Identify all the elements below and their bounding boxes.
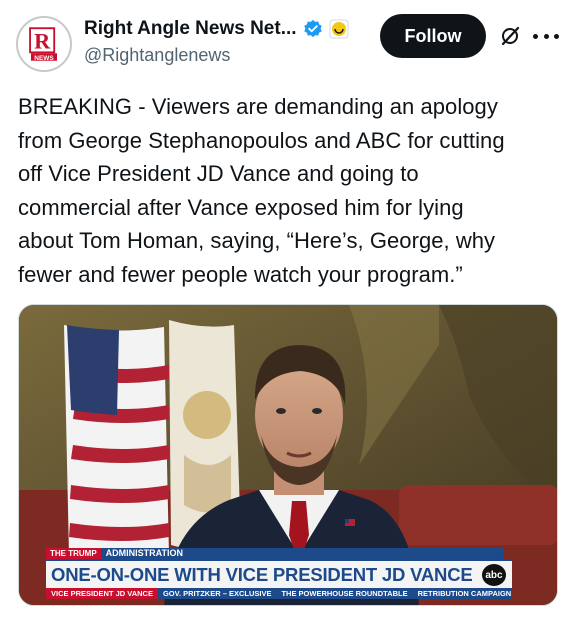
verified-badge-icon[interactable] [303,19,323,39]
more-dot-icon [554,33,559,39]
lower-third-headline-bar: ONE-ON-ONE WITH VICE PRESIDENT JD VANCE … [46,559,512,588]
affiliate-badge-icon[interactable] [329,19,349,39]
ticker-item: RETRIBUTION CAMPAIGN [417,589,512,598]
more-icon[interactable] [533,23,559,49]
more-dot-icon [543,33,549,39]
ticker-item: GOV. PRITZKER – EXCLUSIVE [162,589,272,598]
lower-third-ticker: VICE PRESIDENT JD VANCE GOV. PRITZKER – … [46,588,512,599]
author-avatar[interactable]: R NEWS [16,16,72,72]
ticker-item: THE POWERHOUSE ROUNDTABLE [281,589,408,598]
author-handle[interactable]: @Rightanglenews [84,45,230,66]
ticker-item: VICE PRESIDENT JD VANCE [46,588,158,599]
news-lower-third: THE TRUMP ADMINISTRATION ONE-ON-ONE WITH… [46,548,512,600]
tweet-text: BREAKING - Viewers are demanding an apol… [18,94,505,287]
lower-third-headline: ONE-ON-ONE WITH VICE PRESIDENT JD VANCE [51,563,473,585]
us-flag [64,325,169,561]
lower-third-tag: THE TRUMP ADMINISTRATION [46,548,503,559]
tweet-media-video[interactable]: THE TRUMP ADMINISTRATION ONE-ON-ONE WITH… [18,304,558,606]
avatar-letter: R [34,29,51,54]
author-display-name[interactable]: Right Angle News Net... [84,18,297,40]
follow-button[interactable]: Follow [380,14,486,58]
grok-icon[interactable] [499,25,521,47]
lower-third-tag-small: THE TRUMP [46,548,101,559]
tweet-header: R NEWS Right Angle News Net... @Rightang… [0,0,580,92]
lower-third-tag-label: ADMINISTRATION [100,548,503,559]
name-row: Right Angle News Net... [84,18,349,40]
avatar-subtext: NEWS [34,55,54,62]
abc-logo-icon: abc [482,564,506,586]
more-dot-icon [533,33,538,39]
